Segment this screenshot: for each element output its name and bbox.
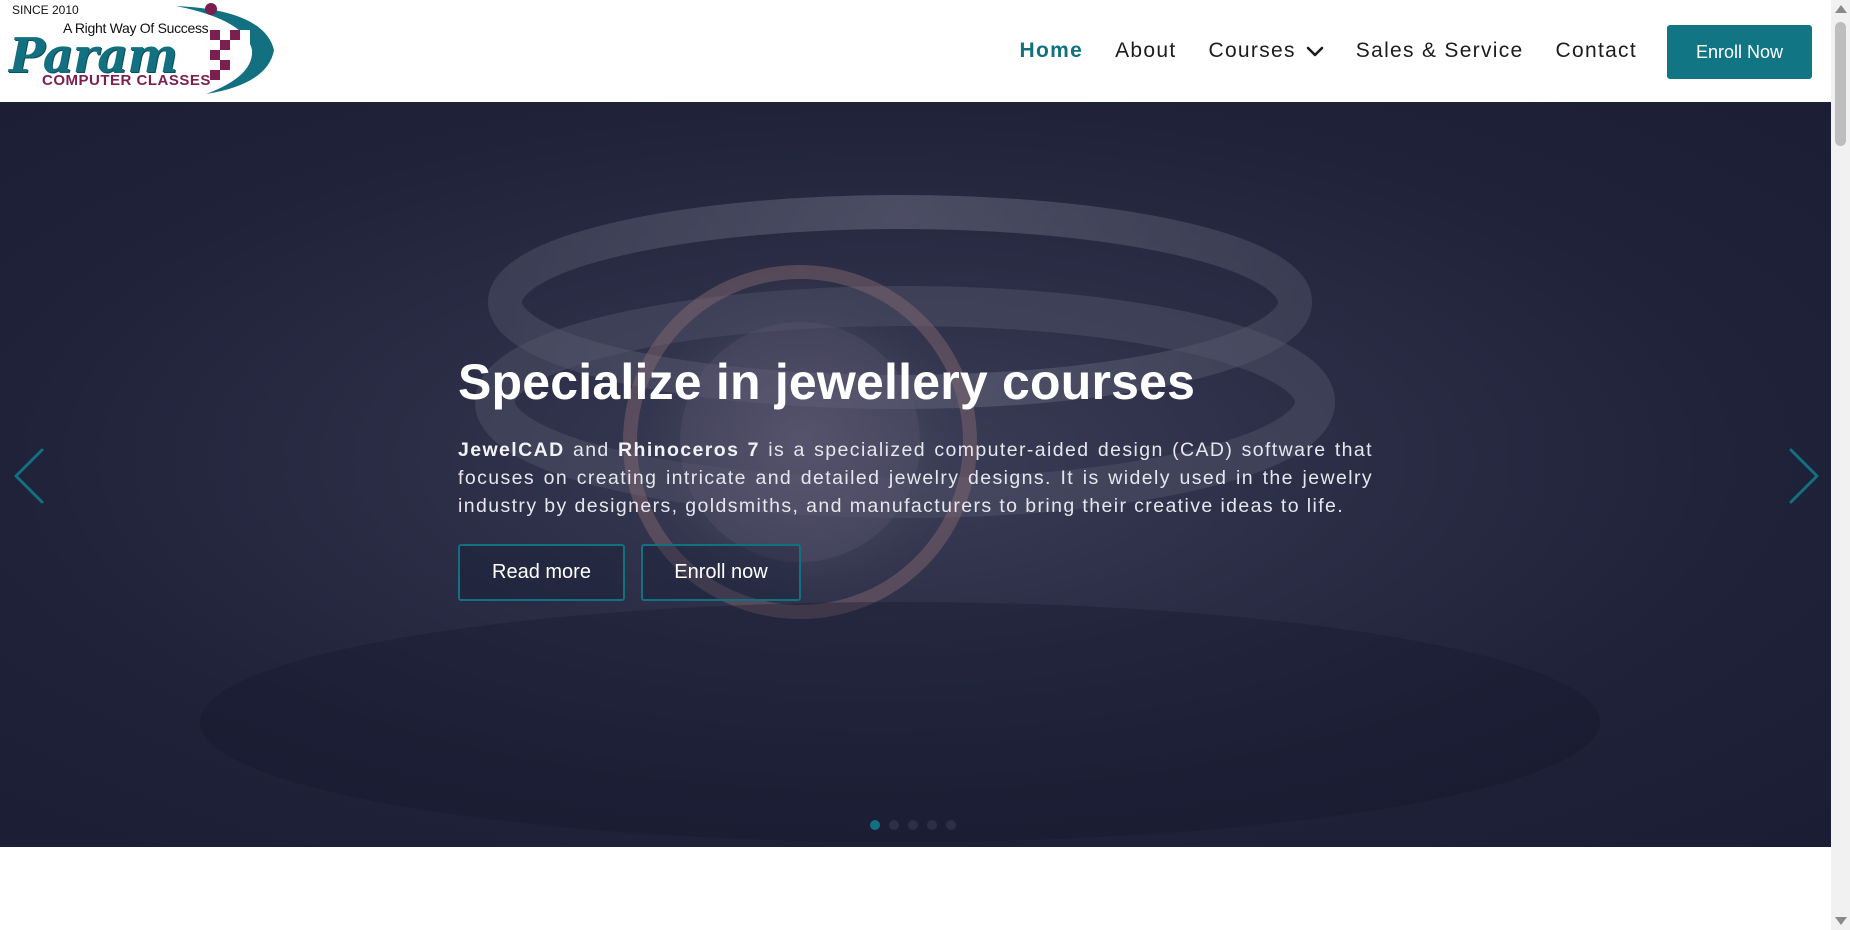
hero-buttons: Read more Enroll now — [458, 544, 1373, 601]
carousel-dot[interactable] — [870, 820, 880, 830]
nav-contact-label: Contact — [1555, 39, 1637, 62]
chevron-right-icon[interactable] — [1783, 446, 1823, 506]
hero-description: JewelCAD and Rhinoceros 7 is a specializ… — [458, 436, 1373, 520]
carousel-dot[interactable] — [908, 820, 918, 830]
carousel-dot[interactable] — [889, 820, 899, 830]
main-nav: Home About Courses Sales & Service Conta… — [988, 0, 1637, 102]
scroll-thumb[interactable] — [1835, 22, 1846, 146]
logo-since-text: SINCE 2010 — [12, 3, 79, 17]
nav-sales-service-label: Sales & Service — [1355, 39, 1524, 62]
hero-desc-jewelcad: JewelCAD — [458, 439, 565, 461]
page-scrollbar[interactable] — [1831, 0, 1850, 930]
nav-contact[interactable]: Contact — [1556, 39, 1637, 63]
carousel-dot[interactable] — [927, 820, 937, 830]
enroll-now-hero-button[interactable]: Enroll now — [641, 544, 801, 601]
chevron-left-icon[interactable] — [10, 446, 50, 506]
site-logo[interactable]: SINCE 2010 A Right Way Of Success Param … — [6, 0, 276, 100]
nav-sales-service[interactable]: Sales & Service — [1356, 39, 1524, 63]
nav-about-label: About — [1115, 39, 1177, 62]
scroll-down-icon[interactable] — [1835, 917, 1847, 925]
hero-carousel: Specialize in jewellery courses JewelCAD… — [0, 102, 1831, 847]
read-more-button[interactable]: Read more — [458, 544, 625, 601]
hero-title: Specialize in jewellery courses — [458, 354, 1196, 410]
hero-desc-rhinoceros: Rhinoceros 7 — [618, 439, 760, 461]
carousel-indicators — [870, 820, 956, 830]
scroll-up-icon[interactable] — [1835, 5, 1847, 13]
nav-home-label: Home — [1019, 39, 1084, 62]
site-header: SINCE 2010 A Right Way Of Success Param … — [0, 0, 1831, 102]
logo-subtitle: COMPUTER CLASSES — [42, 72, 211, 89]
hero-slide-content: Specialize in jewellery courses JewelCAD… — [458, 355, 1373, 601]
carousel-dot[interactable] — [946, 820, 956, 830]
nav-courses[interactable]: Courses — [1208, 39, 1324, 63]
chevron-down-icon — [1306, 46, 1324, 57]
nav-home[interactable]: Home — [1020, 39, 1084, 63]
enroll-now-button[interactable]: Enroll Now — [1667, 25, 1812, 79]
hero-desc-and: and — [564, 439, 619, 461]
nav-about[interactable]: About — [1115, 39, 1176, 63]
nav-courses-label: Courses — [1208, 39, 1296, 62]
